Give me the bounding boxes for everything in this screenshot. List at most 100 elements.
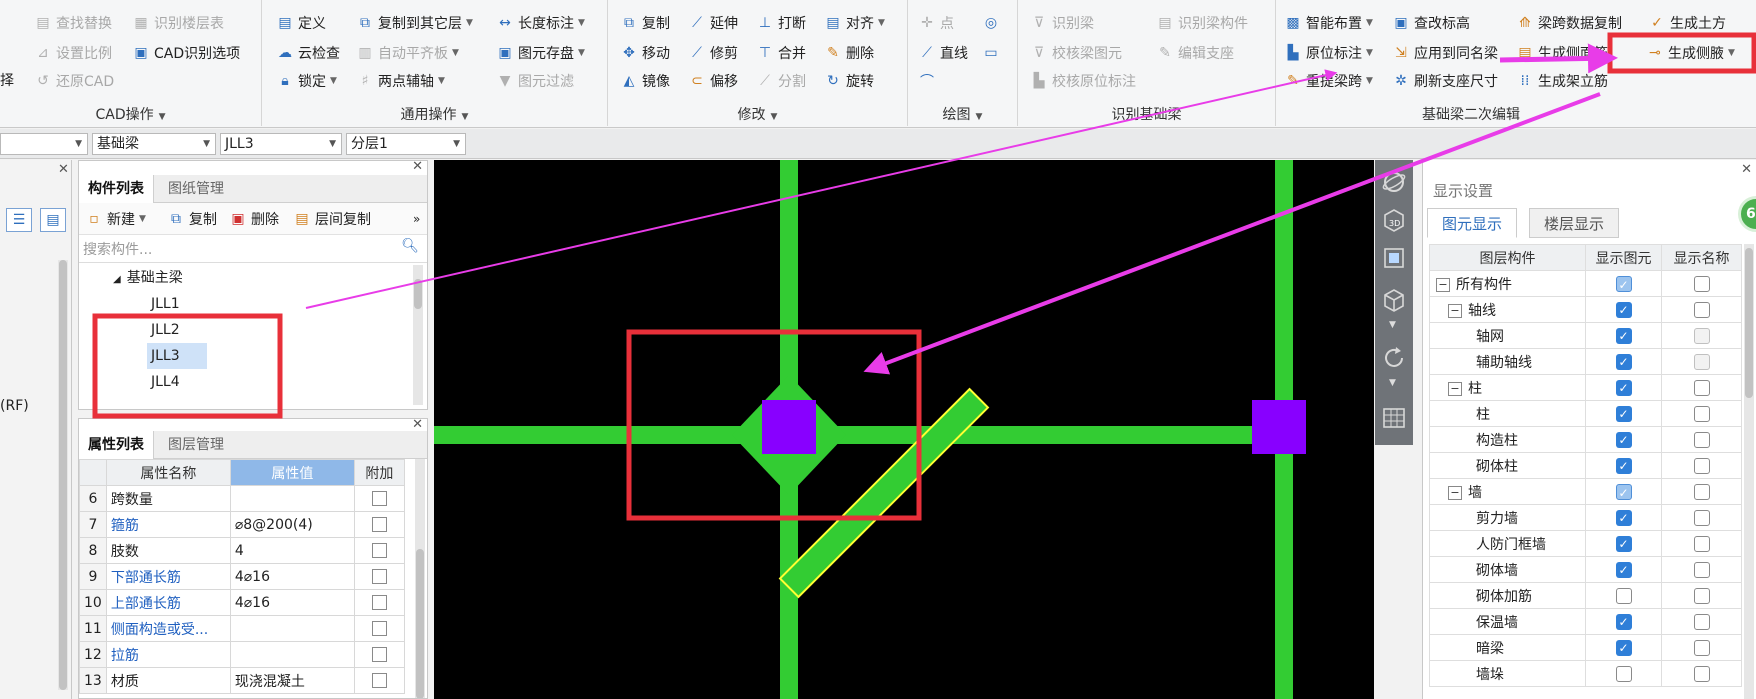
redo-span-button[interactable]: ✎ 重提梁跨 ▼ [1284, 69, 1373, 93]
display-row[interactable]: 暗梁 ✓ ✓ [1429, 634, 1742, 661]
search-icon[interactable]: 🔍︎ [401, 238, 419, 254]
display-row[interactable]: −轴线 ✓ ✓ [1429, 296, 1742, 323]
offset-button[interactable]: ⊂ 偏移 [688, 69, 738, 93]
rotate-view-icon[interactable] [1380, 344, 1408, 372]
check-beam-element-button[interactable]: ⊽ 校核梁图元 [1030, 41, 1122, 65]
identify-beam-button[interactable]: ⊽ 识别梁 [1030, 11, 1094, 35]
property-row[interactable]: 11 侧面构造或受... [79, 615, 405, 642]
two-point-axis-button[interactable]: ♯ 两点辅轴 ▼ [356, 69, 445, 93]
display-row[interactable]: 墙垛 ✓ ✓ [1429, 660, 1742, 687]
cad-group-label[interactable]: CAD操作 ▼ [0, 104, 261, 124]
attach-checkbox[interactable] [371, 647, 387, 662]
show-element-checkbox[interactable]: ✓ [1615, 483, 1632, 500]
property-row[interactable]: 10 上部通长筋 4⌀16 [79, 589, 405, 616]
beam-horizontal[interactable] [434, 426, 1304, 444]
copy-button[interactable]: ⧉ 复制 [620, 11, 670, 35]
member-select[interactable]: JLL3 ▼ [220, 133, 342, 155]
move-button[interactable]: ✥ 移动 [620, 41, 670, 65]
tab-layer-management[interactable]: 图层管理 [159, 431, 233, 459]
property-value[interactable]: 现浇混凝土 [229, 667, 355, 694]
column-right[interactable] [1252, 400, 1306, 454]
edit-support-button[interactable]: ✎ 编辑支座 [1156, 41, 1234, 65]
show-element-checkbox[interactable]: ✓ [1615, 639, 1632, 656]
circle-tool-button[interactable]: ◎ [982, 11, 1004, 35]
merge-button[interactable]: ⊤ 合并 [756, 41, 806, 65]
restore-cad-button[interactable]: ↺ 还原CAD [34, 69, 114, 93]
display-scrollbar[interactable] [1744, 244, 1754, 699]
set-scale-button[interactable]: ⊿ 设置比例 [34, 41, 112, 65]
apply-same-name-button[interactable]: ⇲ 应用到同名梁 [1392, 41, 1498, 65]
chevron-down-icon[interactable]: ▼ [1389, 378, 1396, 388]
floor-select[interactable]: ▼ [0, 133, 88, 155]
property-row[interactable]: 7 箍筋 ⌀8@200(4) [79, 511, 405, 538]
property-value[interactable] [229, 615, 355, 642]
show-name-checkbox[interactable]: ✓ [1693, 405, 1710, 422]
tab-element-display[interactable]: 图元显示 [1427, 208, 1518, 238]
show-element-checkbox[interactable]: ✓ [1615, 327, 1632, 344]
display-row[interactable]: 剪力墙 ✓ ✓ [1429, 504, 1742, 531]
show-element-checkbox[interactable]: ✓ [1615, 353, 1632, 370]
display-row[interactable]: 砌体加筋 ✓ ✓ [1429, 582, 1742, 609]
attach-checkbox[interactable] [371, 543, 387, 558]
display-row[interactable]: 人防门框墙 ✓ ✓ [1429, 530, 1742, 557]
show-element-checkbox[interactable]: ✓ [1615, 379, 1632, 396]
show-element-checkbox[interactable]: ✓ [1615, 457, 1632, 474]
collapse-toggle-icon[interactable]: − [1448, 303, 1462, 318]
line-button[interactable]: ⟋ 直线 [918, 41, 968, 65]
define-button[interactable]: ▤ 定义 [276, 11, 326, 35]
tree-item-jll2[interactable]: JLL2 [151, 317, 180, 343]
tab-drawing-management[interactable]: 图纸管理 [159, 175, 233, 203]
span-data-copy-button[interactable]: ⟰ 梁跨数据复制 [1516, 11, 1622, 35]
property-value[interactable]: ⌀8@200(4) [229, 511, 355, 538]
identify-floor-table-button[interactable]: ▦ 识别楼层表 [132, 11, 224, 35]
display-row[interactable]: 保温墙 ✓ ✓ [1429, 608, 1742, 635]
property-scrollbar[interactable] [415, 459, 425, 698]
show-element-checkbox[interactable]: ✓ [1615, 587, 1632, 604]
property-row[interactable]: 12 拉筋 [79, 641, 405, 668]
grid-view-icon[interactable] [1380, 404, 1408, 432]
tab-component-list[interactable]: 构件列表 [79, 175, 154, 203]
length-mark-button[interactable]: ↔ 长度标注 ▼ [496, 11, 585, 35]
property-row[interactable]: 9 下部通长筋 4⌀16 [79, 563, 405, 590]
close-icon[interactable]: ✕ [58, 162, 69, 177]
tab-property-list[interactable]: 属性列表 [79, 431, 154, 459]
show-name-checkbox[interactable]: ✓ [1693, 639, 1710, 656]
more-icon[interactable]: » [413, 207, 420, 231]
3d-view-icon[interactable]: 3D [1380, 206, 1408, 234]
list-view-button[interactable]: ☰ [6, 208, 32, 232]
refresh-support-button[interactable]: ✲ 刷新支座尺寸 [1392, 69, 1498, 93]
show-name-checkbox[interactable]: ✓ [1693, 535, 1710, 552]
close-icon[interactable]: ✕ [412, 159, 423, 174]
modify-group-label[interactable]: 修改 ▼ [608, 104, 907, 124]
show-name-checkbox[interactable]: ✓ [1693, 587, 1710, 604]
tree-root-foundation-main-beam[interactable]: ◢ 基础主梁 [113, 265, 183, 291]
show-name-checkbox[interactable]: ✓ [1693, 275, 1710, 292]
show-name-checkbox[interactable]: ✓ [1693, 613, 1710, 630]
identify-beam-member-button[interactable]: ▤ 识别梁构件 [1156, 11, 1248, 35]
origin-mark-button[interactable]: ▙ 原位标注 ▼ [1284, 41, 1373, 65]
show-name-checkbox[interactable]: ✓ [1693, 665, 1710, 682]
display-row[interactable]: 柱 ✓ ✓ [1429, 400, 1742, 427]
attach-checkbox[interactable] [371, 673, 387, 688]
canvas-drawing[interactable] [434, 160, 1374, 699]
trim-button[interactable]: ⟋ 修剪 [688, 41, 738, 65]
show-element-checkbox[interactable]: ✓ [1615, 665, 1632, 682]
show-name-checkbox[interactable]: ✓ [1693, 483, 1710, 500]
display-row[interactable]: 砌体墙 ✓ ✓ [1429, 556, 1742, 583]
show-name-checkbox[interactable]: ✓ [1693, 327, 1710, 344]
display-row[interactable]: −柱 ✓ ✓ [1429, 374, 1742, 401]
display-row[interactable]: 砌体柱 ✓ ✓ [1429, 452, 1742, 479]
show-name-checkbox[interactable]: ✓ [1693, 457, 1710, 474]
tree-item-jll4[interactable]: JLL4 [151, 369, 180, 395]
left-scrollbar-thumb[interactable] [59, 260, 67, 690]
display-row[interactable]: −墙 ✓ ✓ [1429, 478, 1742, 505]
show-element-checkbox[interactable]: ✓ [1615, 301, 1632, 318]
break-button[interactable]: ⊥ 打断 [756, 11, 806, 35]
collapse-toggle-icon[interactable]: − [1448, 485, 1462, 500]
element-filter-button[interactable]: ▼ 图元过滤 [496, 69, 574, 93]
property-row[interactable]: 8 肢数 4 [79, 537, 405, 564]
show-element-checkbox[interactable]: ✓ [1615, 509, 1632, 526]
drawing-canvas[interactable] [434, 160, 1374, 699]
check-label-button[interactable]: ▣ 查改标高 [1392, 11, 1470, 35]
copy-component-button[interactable]: ⧉ 复制 [167, 207, 217, 231]
